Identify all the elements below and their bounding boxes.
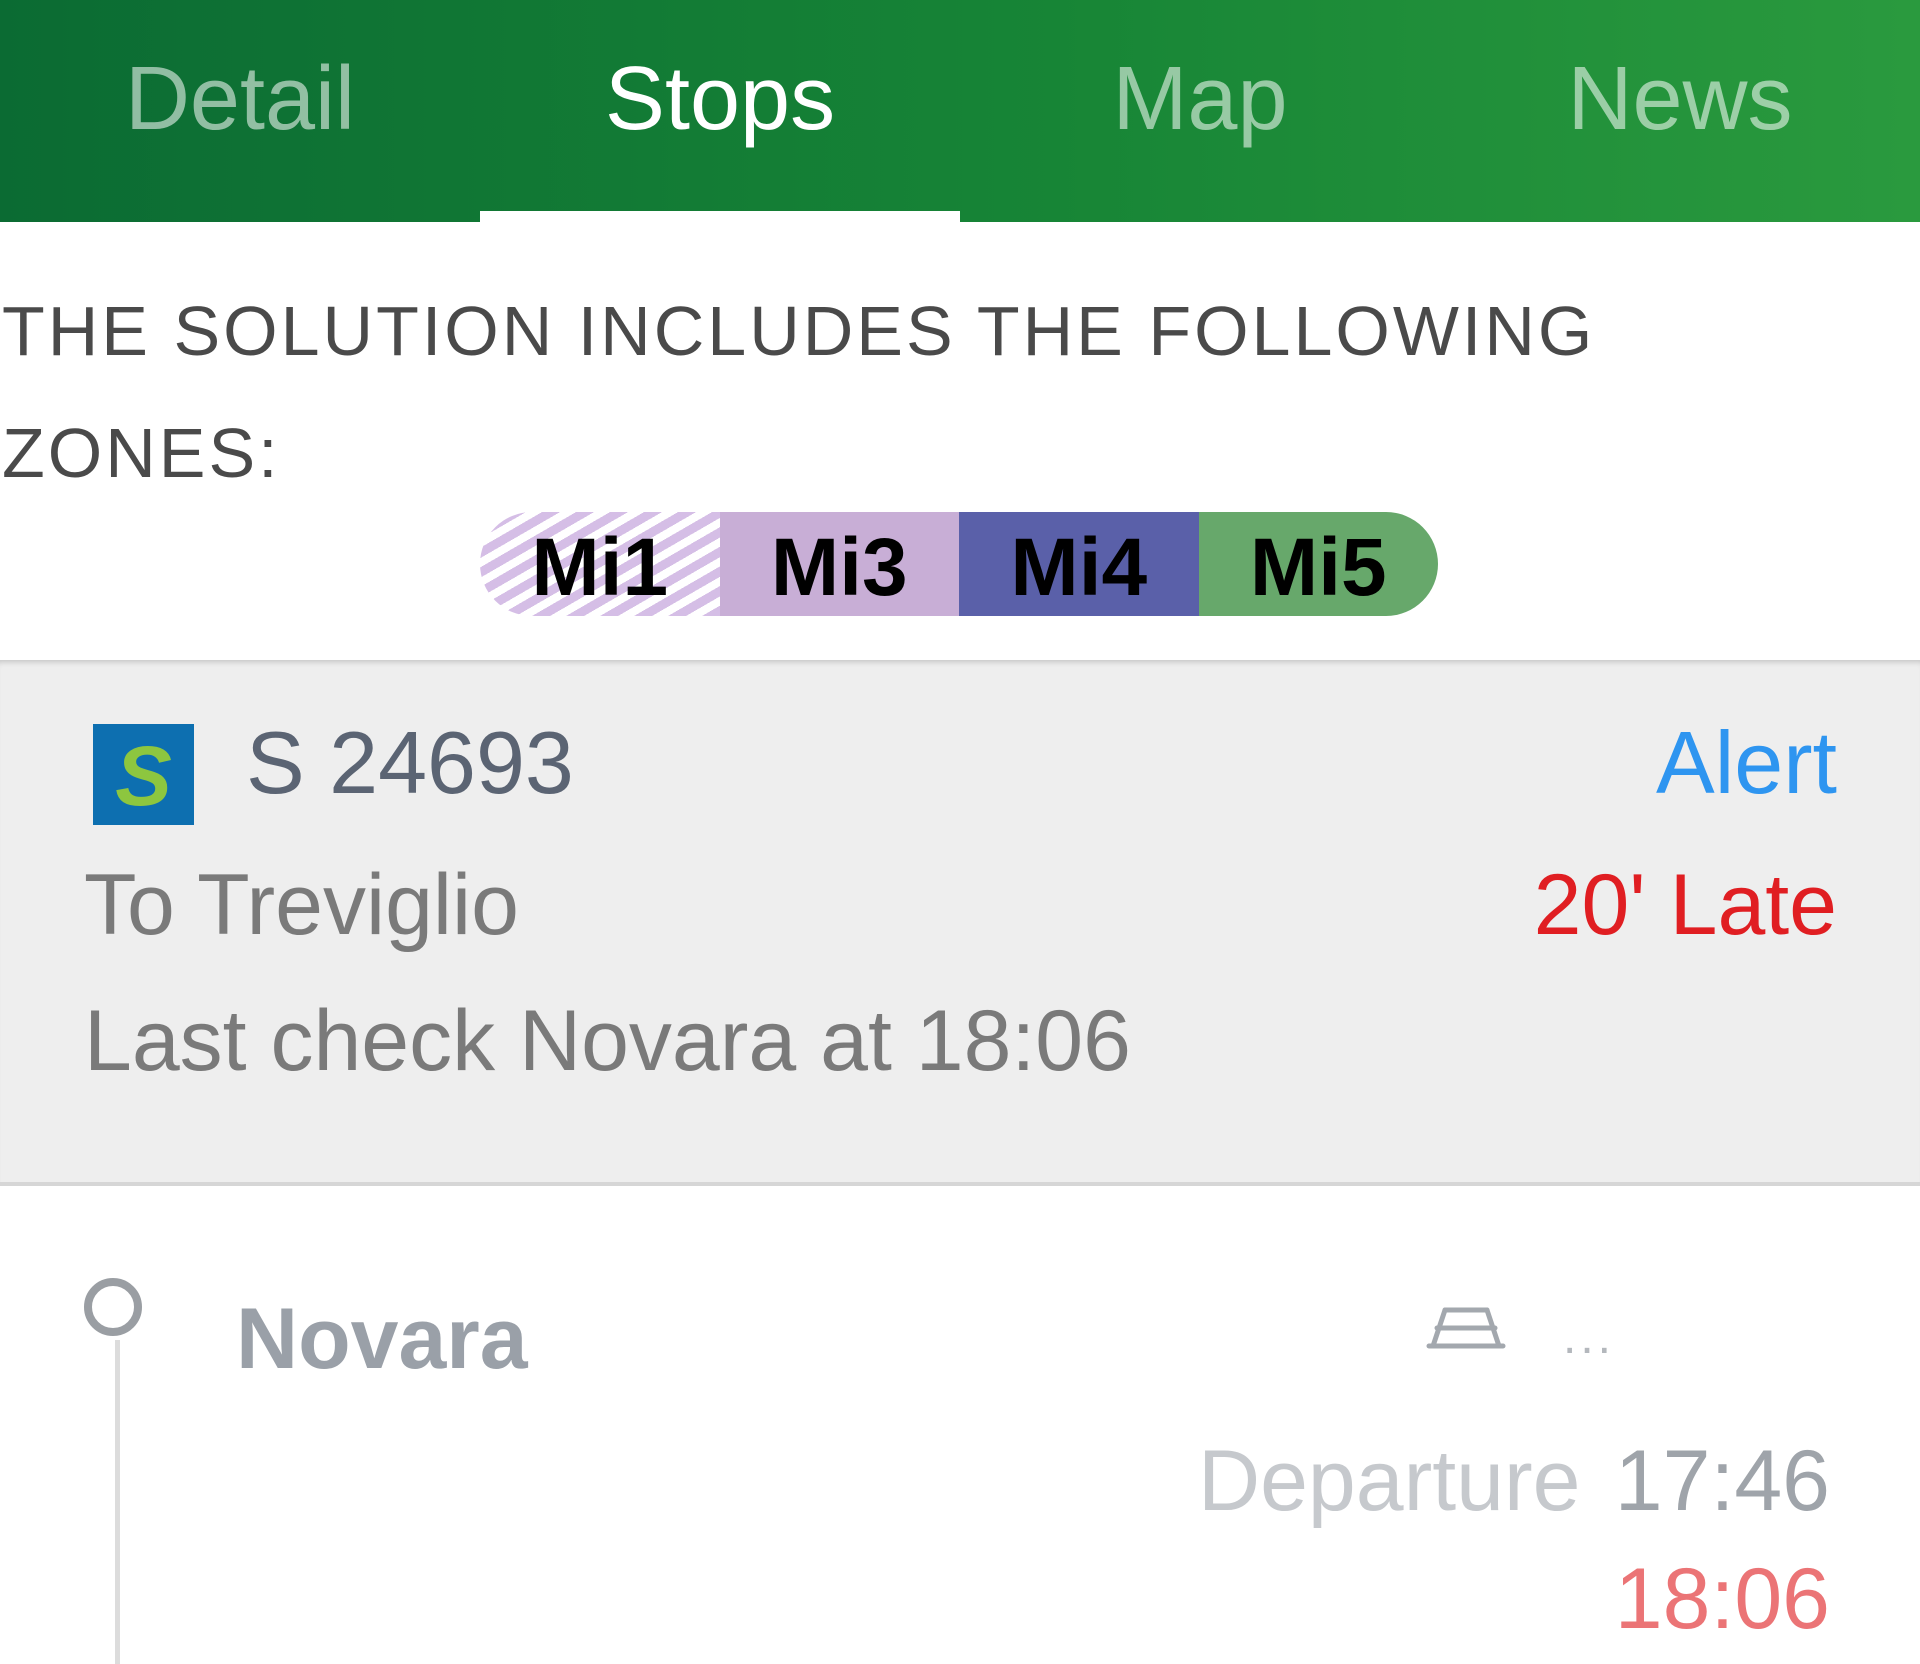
zones-heading: THE SOLUTION INCLUDES THE FOLLOWING ZONE… <box>2 292 1596 492</box>
tab-bar: Detail Stops Map News <box>0 0 1920 222</box>
scheduled-departure-time: 17:46 <box>1614 1433 1830 1529</box>
track-icon <box>1426 1307 1506 1349</box>
suburban-s-letter: S <box>115 728 172 823</box>
delay-status: 20' Late <box>1533 857 1837 953</box>
train-info-card: S S 24693 Alert To Treviglio 20' Late La… <box>0 660 1920 1186</box>
stop-node-icon <box>84 1278 142 1336</box>
platform-value: ... <box>1563 1311 1616 1364</box>
train-destination: To Treviglio <box>84 857 519 953</box>
stop-name[interactable]: Novara <box>236 1290 528 1389</box>
actual-departure-time: 18:06 <box>1614 1551 1830 1647</box>
zone-badge-mi1: Mi1 <box>480 512 720 616</box>
zone-badge-mi3: Mi3 <box>719 512 959 616</box>
tab-stops[interactable]: Stops <box>480 0 960 222</box>
tab-news[interactable]: News <box>1440 0 1920 222</box>
zone-badge-group: Mi1 Mi3 Mi4 Mi5 <box>480 512 1438 616</box>
alert-button[interactable]: Alert <box>1656 712 1837 814</box>
tab-detail[interactable]: Detail <box>0 0 480 222</box>
zone-badge-mi5: Mi5 <box>1198 512 1438 616</box>
departure-label: Departure <box>1198 1433 1581 1529</box>
train-stops-screen: Detail Stops Map News THE SOLUTION INCLU… <box>0 0 1920 1664</box>
zone-badge-mi4: Mi4 <box>959 512 1199 616</box>
tab-map[interactable]: Map <box>960 0 1440 222</box>
suburban-s-icon: S <box>93 724 194 825</box>
last-check-info: Last check Novara at 18:06 <box>84 993 1131 1089</box>
timeline-line <box>115 1340 120 1664</box>
active-tab-indicator <box>480 211 960 222</box>
train-number: S 24693 <box>246 713 574 812</box>
